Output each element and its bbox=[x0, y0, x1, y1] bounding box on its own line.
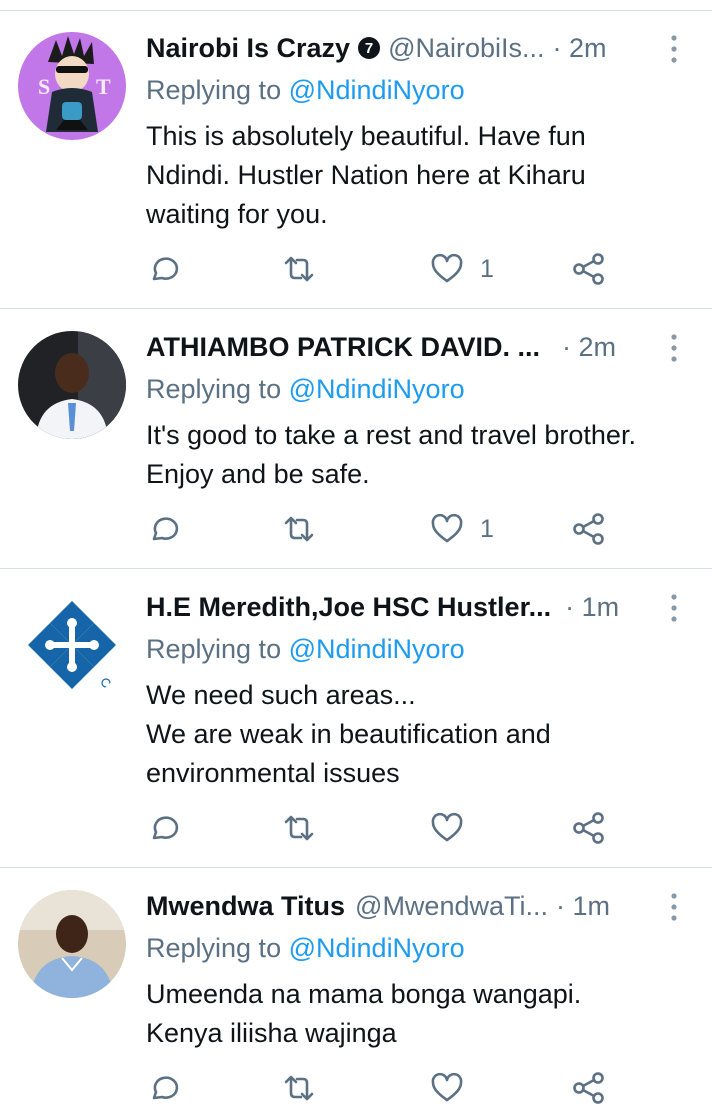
like-icon bbox=[431, 253, 463, 283]
like-button[interactable] bbox=[430, 1068, 464, 1108]
reply-button[interactable] bbox=[146, 808, 180, 848]
tweet-actions bbox=[146, 1068, 616, 1108]
timestamp[interactable]: · 2m bbox=[562, 329, 616, 365]
tweet-2[interactable]: ATHIAMBO PATRICK DAVID. ... · 2m Replyin… bbox=[0, 309, 712, 569]
replying-to: Replying to @NdindiNyoro bbox=[146, 933, 465, 963]
tweet-text: We need such areas... We are weak in bea… bbox=[146, 680, 551, 788]
tweet-actions bbox=[146, 808, 616, 848]
reply-mention-link[interactable]: @NdindiNyoro bbox=[289, 75, 465, 105]
reply-mention-link[interactable]: @NdindiNyoro bbox=[289, 933, 465, 963]
avatar[interactable] bbox=[18, 591, 126, 699]
retweet-icon bbox=[284, 516, 314, 542]
like-count: 1 bbox=[480, 514, 494, 543]
timestamp[interactable]: · 2m bbox=[553, 30, 607, 66]
display-name[interactable]: ATHIAMBO PATRICK DAVID. ... bbox=[146, 329, 540, 365]
avatar[interactable] bbox=[18, 331, 126, 439]
tweet-header: Mwendwa Titus @MwendwaTi... · 1m bbox=[146, 888, 656, 924]
like-button[interactable] bbox=[430, 808, 464, 848]
avatar[interactable]: S T bbox=[18, 32, 126, 140]
retweet-icon bbox=[284, 1075, 314, 1101]
tweet-actions: 1 bbox=[146, 249, 616, 289]
share-button[interactable] bbox=[572, 509, 606, 549]
share-icon bbox=[573, 513, 604, 545]
svg-text:T: T bbox=[96, 74, 111, 99]
more-vertical-icon[interactable] bbox=[668, 892, 680, 922]
display-name[interactable]: Mwendwa Titus bbox=[146, 888, 345, 924]
tweet-header: ATHIAMBO PATRICK DAVID. ... · 2m bbox=[146, 329, 656, 365]
retweet-button[interactable] bbox=[282, 509, 316, 549]
reply-button[interactable] bbox=[146, 249, 180, 289]
tweet-3[interactable]: H.E Meredith,Joe HSC Hustler... · 1m Rep… bbox=[0, 569, 712, 868]
retweet-icon bbox=[284, 815, 314, 841]
replying-to: Replying to @NdindiNyoro bbox=[146, 634, 465, 664]
timestamp[interactable]: · 1m bbox=[556, 888, 610, 924]
more-vertical-icon[interactable] bbox=[668, 333, 680, 363]
reply-icon bbox=[152, 517, 179, 541]
reply-button[interactable] bbox=[146, 1068, 180, 1108]
share-icon bbox=[573, 253, 604, 285]
retweet-button[interactable] bbox=[282, 1068, 316, 1108]
share-button[interactable] bbox=[572, 808, 606, 848]
like-button[interactable]: 1 bbox=[430, 249, 494, 289]
like-count: 1 bbox=[480, 254, 494, 283]
share-button[interactable] bbox=[572, 249, 606, 289]
retweet-icon bbox=[284, 256, 314, 282]
share-icon bbox=[573, 1072, 604, 1104]
reply-mention-link[interactable]: @NdindiNyoro bbox=[289, 374, 465, 404]
display-name[interactable]: Nairobi Is Crazy bbox=[146, 30, 350, 66]
verified-badge-icon: 7 bbox=[358, 37, 381, 59]
like-icon bbox=[431, 513, 463, 543]
tweet-header: Nairobi Is Crazy 7 @NairobiIs... · 2m bbox=[146, 30, 656, 66]
replying-to: Replying to @NdindiNyoro bbox=[146, 75, 465, 105]
retweet-button[interactable] bbox=[282, 249, 316, 289]
replying-to: Replying to @NdindiNyoro bbox=[146, 374, 465, 404]
retweet-button[interactable] bbox=[282, 808, 316, 848]
share-button[interactable] bbox=[572, 1068, 606, 1108]
tweet-text: Umeenda na mama bonga wangapi. Kenya ili… bbox=[146, 979, 582, 1048]
reply-button[interactable] bbox=[146, 509, 180, 549]
reply-icon bbox=[152, 1076, 179, 1100]
more-vertical-icon[interactable] bbox=[668, 34, 680, 64]
like-icon bbox=[431, 812, 463, 842]
svg-text:S: S bbox=[38, 74, 50, 99]
like-button[interactable]: 1 bbox=[430, 509, 494, 549]
more-vertical-icon[interactable] bbox=[668, 593, 680, 623]
timestamp[interactable]: · 1m bbox=[565, 589, 619, 625]
tweet-text: This is absolutely beautiful. Have fun N… bbox=[146, 121, 586, 229]
user-handle[interactable]: @MwendwaTi... bbox=[355, 888, 548, 924]
display-name[interactable]: H.E Meredith,Joe HSC Hustler... bbox=[146, 589, 551, 625]
tweet-text: It's good to take a rest and travel brot… bbox=[146, 420, 636, 489]
user-handle[interactable]: @NairobiIs... bbox=[388, 30, 544, 66]
avatar[interactable] bbox=[18, 890, 126, 998]
tweet-4[interactable]: Mwendwa Titus @MwendwaTi... · 1m Replyin… bbox=[0, 868, 712, 1115]
reply-icon bbox=[152, 816, 179, 840]
tweet-header: H.E Meredith,Joe HSC Hustler... · 1m bbox=[146, 589, 656, 625]
like-icon bbox=[431, 1072, 463, 1102]
tweet-actions: 1 bbox=[146, 509, 616, 549]
svg-text:7: 7 bbox=[365, 40, 373, 57]
tweet-1[interactable]: S T Nairobi Is Crazy 7 @NairobiIs... · 2… bbox=[0, 10, 712, 309]
reply-mention-link[interactable]: @NdindiNyoro bbox=[289, 634, 465, 664]
share-icon bbox=[573, 812, 604, 844]
reply-icon bbox=[152, 257, 179, 281]
